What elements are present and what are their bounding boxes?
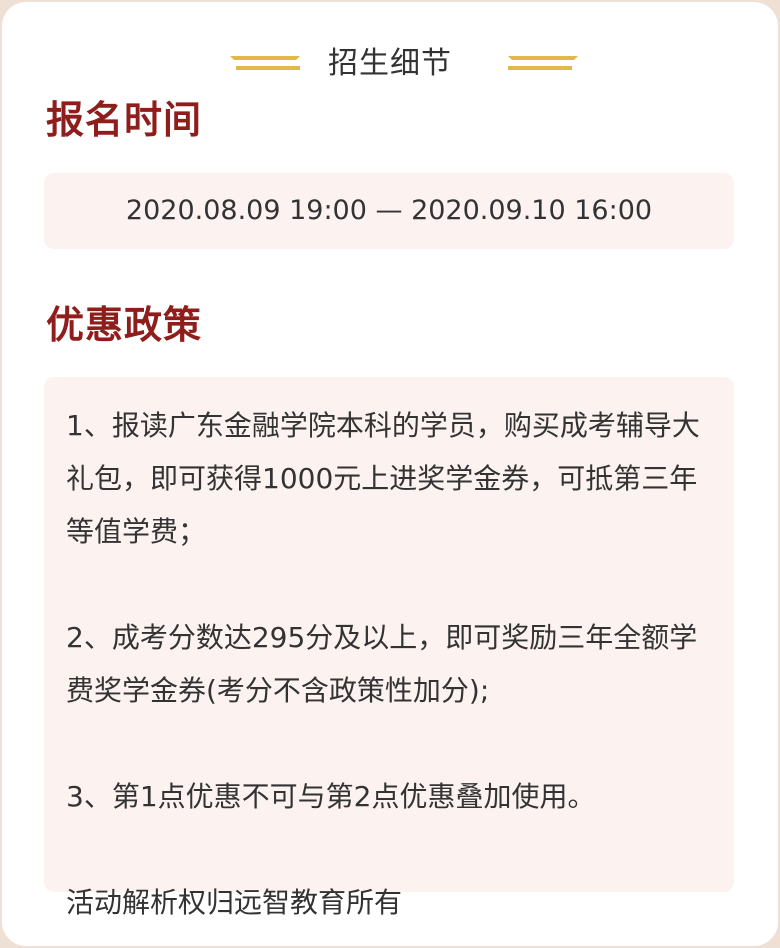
policy-item: 1、报读广东金融学院本科的学员，购买成考辅导大礼包，即可获得1000元上进奖学金… <box>66 409 700 548</box>
policy-item: 2、成考分数达295分及以上，即可奖励三年全额学费奖学金券(考分不含政策性加分)… <box>66 621 698 707</box>
gold-double-line-decoration-icon <box>508 56 578 70</box>
policy-footer-note: 活动解析权归远智教育所有 <box>66 886 403 919</box>
section-header: 招生细节 <box>2 42 778 86</box>
discount-policy-heading: 优惠政策 <box>46 303 203 347</box>
registration-time-heading: 报名时间 <box>46 98 203 142</box>
header-title: 招生细节 <box>328 46 452 81</box>
discount-policy-box: 1、报读广东金融学院本科的学员，购买成考辅导大礼包，即可获得1000元上进奖学金… <box>44 377 734 919</box>
registration-period: 2020.08.09 19:00 — 2020.09.10 16:00 <box>44 173 734 249</box>
enrollment-details-card: 招生细节 报名时间 2020.08.09 19:00 — 2020.09.10 … <box>2 2 778 946</box>
policy-item: 3、第1点优惠不可与第2点优惠叠加使用。 <box>66 780 596 813</box>
